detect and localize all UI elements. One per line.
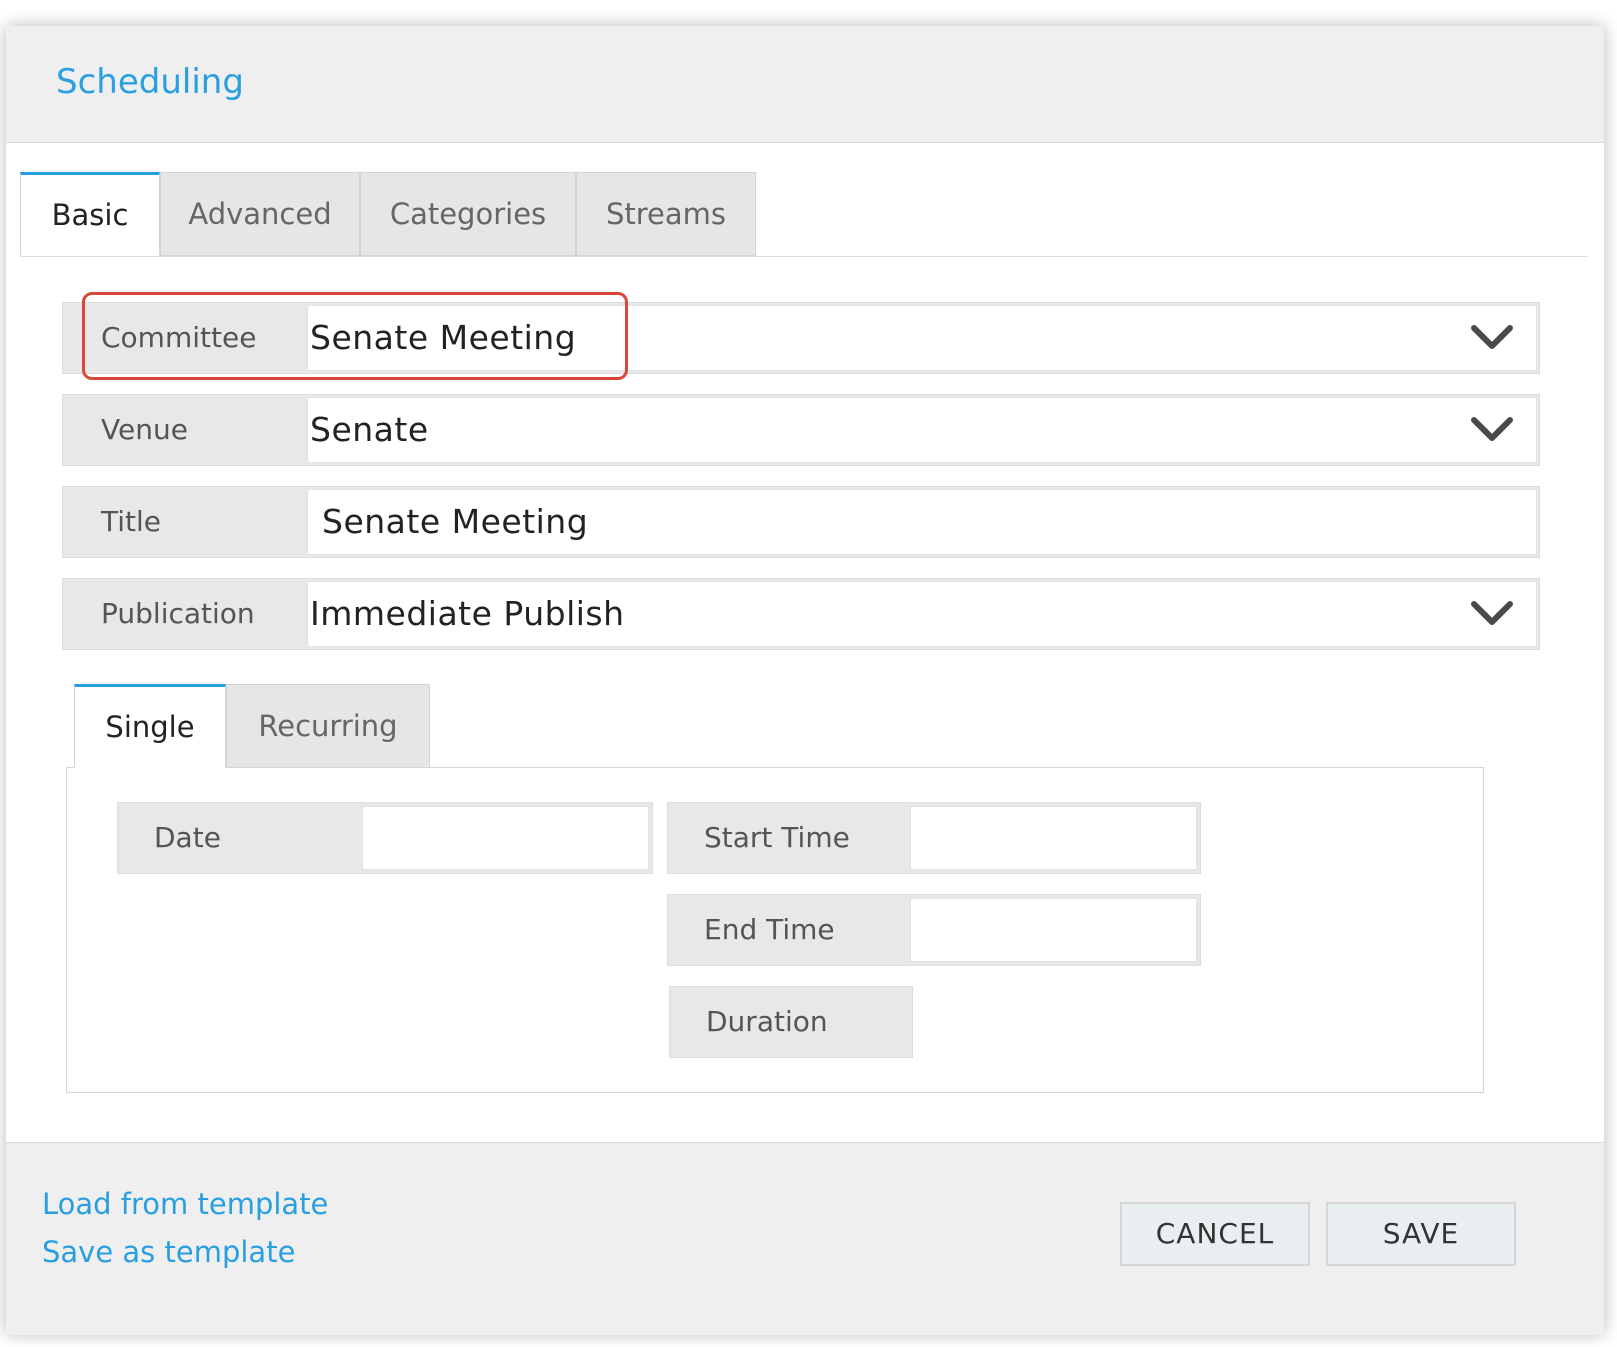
venue-select[interactable]: Senate xyxy=(307,397,1537,463)
start-time-input[interactable] xyxy=(910,806,1197,870)
title-row: Title Senate Meeting xyxy=(62,486,1540,558)
save-button[interactable]: SAVE xyxy=(1326,1202,1516,1266)
chevron-down-icon[interactable] xyxy=(1470,596,1514,632)
scheduling-dialog: Scheduling Basic Advanced Categories Str… xyxy=(6,26,1604,1335)
committee-select[interactable]: Senate Meeting xyxy=(307,305,1537,371)
committee-value: Senate Meeting xyxy=(310,318,577,357)
tab-streams[interactable]: Streams xyxy=(576,172,756,256)
start-time-row: Start Time xyxy=(667,802,1201,874)
venue-label: Venue xyxy=(101,413,188,446)
chevron-down-icon[interactable] xyxy=(1470,412,1514,448)
date-row: Date xyxy=(117,802,653,874)
dialog-header: Scheduling xyxy=(6,26,1604,143)
save-as-template-link[interactable]: Save as template xyxy=(42,1235,295,1269)
single-panel: Date Start Time End Time Duration xyxy=(66,767,1484,1093)
publication-value: Immediate Publish xyxy=(310,594,625,633)
venue-row: Venue Senate xyxy=(62,394,1540,466)
publication-row: Publication Immediate Publish xyxy=(62,578,1540,650)
end-time-row: End Time xyxy=(667,894,1201,966)
cancel-button[interactable]: CANCEL xyxy=(1120,1202,1310,1266)
title-input[interactable]: Senate Meeting xyxy=(307,489,1537,555)
committee-row: Committee Senate Meeting xyxy=(62,302,1540,374)
date-input[interactable] xyxy=(362,806,649,870)
tab-basic[interactable]: Basic xyxy=(20,172,160,256)
main-tabbar: Basic Advanced Categories Streams xyxy=(20,172,1588,257)
date-label: Date xyxy=(154,821,221,854)
end-time-label: End Time xyxy=(704,913,835,946)
tab-advanced[interactable]: Advanced xyxy=(160,172,360,256)
chevron-down-icon[interactable] xyxy=(1470,320,1514,356)
tab-categories[interactable]: Categories xyxy=(360,172,576,256)
dialog-title: Scheduling xyxy=(56,62,244,102)
tab-recurring[interactable]: Recurring xyxy=(226,684,430,768)
publication-label: Publication xyxy=(101,597,255,630)
duration-row: Duration xyxy=(669,986,913,1058)
start-time-label: Start Time xyxy=(704,821,850,854)
committee-label: Committee xyxy=(101,321,257,354)
tab-single[interactable]: Single xyxy=(74,684,226,768)
venue-value: Senate xyxy=(310,410,429,449)
end-time-input[interactable] xyxy=(910,898,1197,962)
duration-label: Duration xyxy=(706,1005,828,1038)
publication-select[interactable]: Immediate Publish xyxy=(307,581,1537,647)
title-value: Senate Meeting xyxy=(322,502,589,541)
load-from-template-link[interactable]: Load from template xyxy=(42,1187,328,1221)
title-label: Title xyxy=(101,505,162,538)
